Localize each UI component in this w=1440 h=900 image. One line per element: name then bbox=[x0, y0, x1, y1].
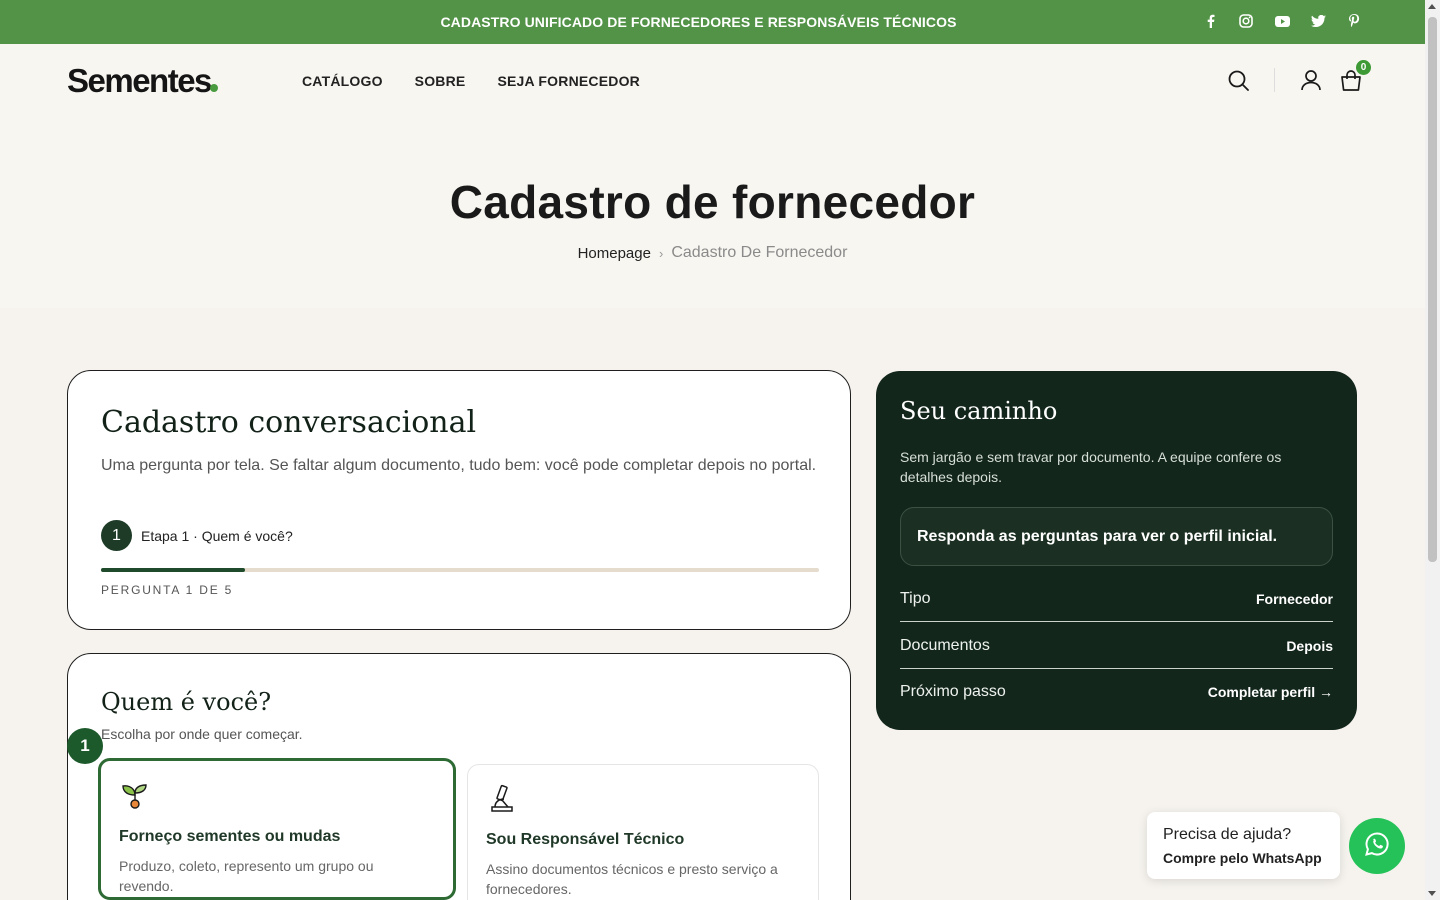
progress-fill bbox=[101, 568, 245, 572]
help-title: Precisa de ajuda? bbox=[1163, 826, 1292, 843]
announcement-text: CADASTRO UNIFICADO DE FORNECEDORES E RES… bbox=[440, 14, 957, 30]
page-scrollbar[interactable] bbox=[1425, 0, 1440, 900]
facebook-icon[interactable] bbox=[1201, 12, 1219, 30]
announcement-bar: CADASTRO UNIFICADO DE FORNECEDORES E RES… bbox=[0, 0, 1425, 44]
social-links bbox=[1201, 12, 1363, 30]
intro-title: Cadastro conversacional bbox=[101, 405, 477, 440]
user-icon[interactable] bbox=[1299, 68, 1323, 92]
page-title: Cadastro de fornecedor bbox=[449, 176, 976, 228]
summary-row-documents: Documentos Depois bbox=[900, 623, 1333, 669]
summary-key: Tipo bbox=[900, 589, 931, 607]
cart-count-badge: 0 bbox=[1356, 60, 1371, 75]
sprout-icon bbox=[119, 779, 151, 811]
sidebar-title: Seu caminho bbox=[900, 397, 1058, 425]
scroll-down-arrow-icon[interactable] bbox=[1428, 891, 1436, 896]
header-actions: 0 bbox=[1226, 60, 1371, 92]
help-action: Compre pelo WhatsApp bbox=[1163, 850, 1322, 866]
option-title: Forneço sementes ou mudas bbox=[119, 828, 341, 845]
option-supplier[interactable]: Forneço sementes ou mudas Produzo, colet… bbox=[98, 758, 456, 900]
intro-card: Cadastro conversacional Uma pergunta por… bbox=[67, 370, 851, 630]
progress-bar bbox=[101, 568, 819, 572]
logo[interactable]: Sementes bbox=[67, 62, 218, 100]
option-description: Produzo, coleto, represento um grupo ou … bbox=[119, 858, 374, 894]
microscope-icon bbox=[486, 783, 518, 815]
path-sidebar: Seu caminho Sem jargão e sem travar por … bbox=[876, 371, 1357, 730]
selected-option-badge: 1 bbox=[67, 728, 103, 764]
header-divider bbox=[1274, 68, 1275, 92]
step-number: 1 bbox=[101, 520, 132, 551]
logo-dot bbox=[209, 84, 218, 92]
step-label: Etapa 1 · Quem é você? bbox=[141, 527, 293, 544]
logo-text: Sementes bbox=[67, 62, 212, 99]
breadcrumb: Homepage › Cadastro De Fornecedor bbox=[0, 244, 1425, 262]
main-nav: CATÁLOGO SOBRE SEJA FORNECEDOR bbox=[302, 73, 640, 89]
profile-hint: Responda as perguntas para ver o perfil … bbox=[917, 528, 1278, 545]
nav-catalogo[interactable]: CATÁLOGO bbox=[302, 73, 383, 89]
help-popup[interactable]: Precisa de ajuda? Compre pelo WhatsApp bbox=[1147, 812, 1340, 879]
breadcrumb-chevron-icon: › bbox=[658, 245, 664, 261]
summary-key: Documentos bbox=[900, 636, 990, 654]
question-subtitle: Escolha por onde quer começar. bbox=[101, 726, 303, 742]
summary-value: Fornecedor bbox=[1255, 590, 1333, 607]
question-title: Quem é você? bbox=[101, 688, 272, 716]
summary-row-type: Tipo Fornecedor bbox=[900, 576, 1333, 622]
nav-seja-fornecedor[interactable]: SEJA FORNECEDOR bbox=[497, 73, 640, 89]
whatsapp-button[interactable] bbox=[1349, 818, 1405, 874]
step-indicator: 1 Etapa 1 · Quem é você? bbox=[101, 520, 293, 551]
summary-value: Depois bbox=[1286, 637, 1333, 654]
intro-description: Uma pergunta por tela. Se faltar algum d… bbox=[101, 457, 817, 474]
youtube-icon[interactable] bbox=[1273, 12, 1291, 30]
instagram-icon[interactable] bbox=[1237, 12, 1255, 30]
search-icon[interactable] bbox=[1226, 68, 1250, 92]
site-header: Sementes CATÁLOGO SOBRE SEJA FORNECEDOR … bbox=[0, 44, 1425, 120]
option-description: Assino documentos técnicos e presto serv… bbox=[486, 861, 778, 897]
profile-hint-box: Responda as perguntas para ver o perfil … bbox=[900, 507, 1333, 566]
scroll-up-arrow-icon[interactable] bbox=[1428, 4, 1436, 9]
breadcrumb-home[interactable]: Homepage bbox=[578, 245, 651, 262]
summary-row-next-step: Próximo passo Completar perfil → bbox=[900, 669, 1333, 715]
nav-sobre[interactable]: SOBRE bbox=[415, 73, 466, 89]
complete-profile-link[interactable]: Completar perfil → bbox=[1208, 684, 1333, 700]
question-card: Quem é você? Escolha por onde quer começ… bbox=[67, 653, 851, 900]
twitter-icon[interactable] bbox=[1309, 12, 1327, 30]
summary-key: Próximo passo bbox=[900, 683, 1006, 700]
option-technical-responsible[interactable]: Sou Responsável Técnico Assino documento… bbox=[467, 764, 819, 900]
question-counter: PERGUNTA 1 DE 5 bbox=[101, 583, 234, 597]
pinterest-icon[interactable] bbox=[1345, 12, 1363, 30]
page-hero: Cadastro de fornecedor Homepage › Cadast… bbox=[0, 120, 1425, 308]
sidebar-description: Sem jargão e sem travar por documento. A… bbox=[900, 449, 1282, 485]
cart-icon[interactable]: 0 bbox=[1339, 60, 1371, 92]
scrollbar-thumb[interactable] bbox=[1428, 17, 1437, 562]
breadcrumb-current: Cadastro De Fornecedor bbox=[671, 244, 848, 261]
option-title: Sou Responsável Técnico bbox=[486, 831, 685, 848]
whatsapp-icon bbox=[1364, 831, 1390, 862]
